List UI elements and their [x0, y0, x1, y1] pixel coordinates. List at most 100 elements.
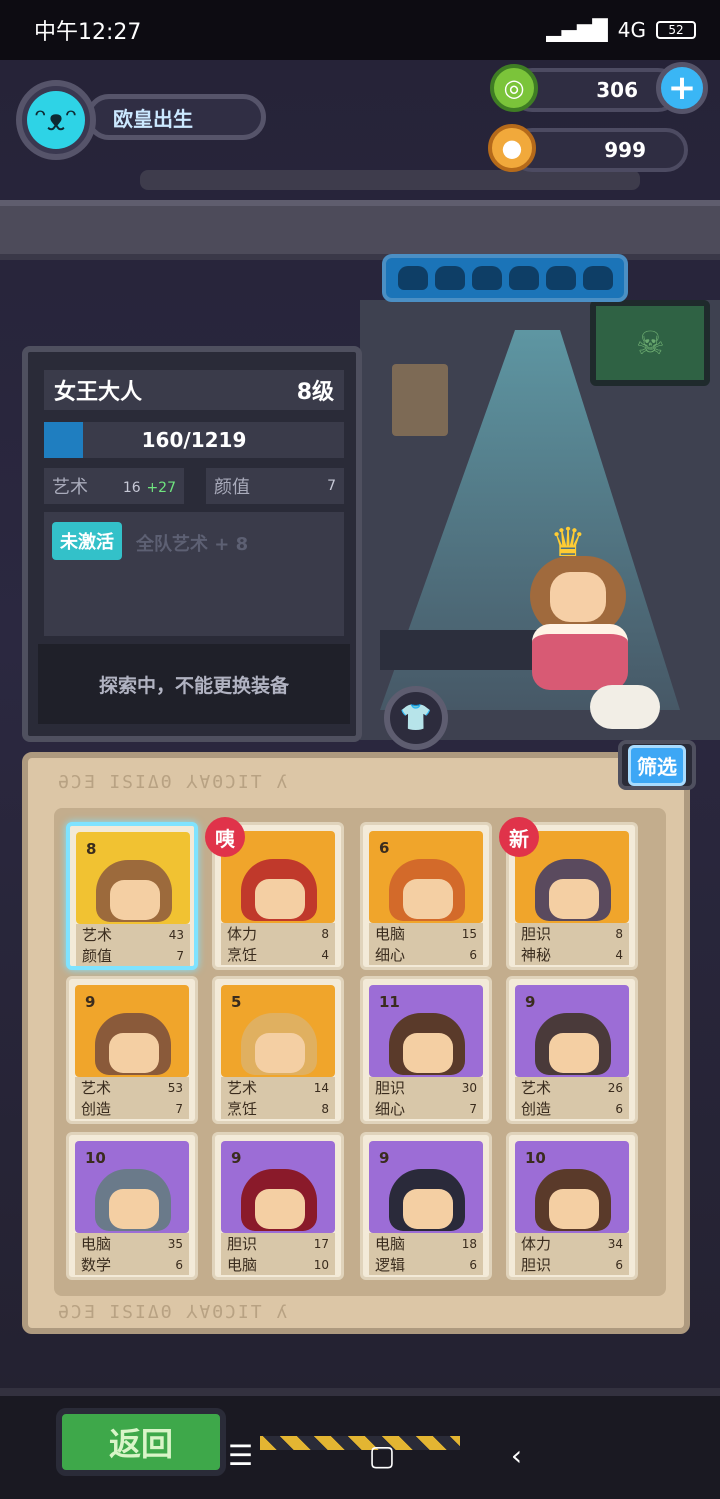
- card-stat-row: 颜值 7: [76, 945, 190, 966]
- card-stat-label: 体力: [227, 925, 258, 943]
- character-card[interactable]: 9 电脑 18 逻辑 6: [360, 1132, 492, 1280]
- card-stats: 艺术 14 烹饪 8: [221, 1077, 335, 1119]
- card-stat-value: 53: [167, 1080, 183, 1095]
- character-face: [255, 1189, 305, 1229]
- card-stat-label: 胆识: [521, 925, 552, 943]
- character-card[interactable]: 9 艺术 26 创造 6: [506, 976, 638, 1124]
- card-stat-label: 烹饪: [227, 1100, 258, 1118]
- menu-icon[interactable]: ☰: [228, 1439, 253, 1472]
- card-stat-label: 电脑: [81, 1235, 112, 1253]
- character-card[interactable]: 9 艺术 53 创造 7: [66, 976, 198, 1124]
- character-portrait: 9: [369, 1141, 483, 1233]
- card-stats: 体力 34 胆识 6: [515, 1233, 629, 1275]
- glyph-border-bottom: ƏƆƎ ISIΔΘ ⅄∀ΘƆIT ʎ: [58, 1302, 290, 1323]
- card-stat-row: 细心 7: [369, 1098, 483, 1119]
- card-stat-row: 胆识 8: [515, 923, 629, 944]
- ceiling-beam: [0, 200, 720, 260]
- lamp-segment: [471, 266, 502, 290]
- card-stat-row: 艺术 26: [515, 1077, 629, 1098]
- battery-level: 52: [668, 23, 684, 37]
- card-level: 6: [379, 839, 390, 857]
- character-card[interactable]: 胆识 8 神秘 4 新: [499, 817, 638, 970]
- skill-description: 全队艺术 + 8: [136, 534, 249, 555]
- character-portrait: 11: [369, 985, 483, 1077]
- card-stat-row: 逻辑 6: [369, 1254, 483, 1275]
- card-stat-label: 电脑: [227, 1256, 258, 1274]
- card-stat-label: 电脑: [375, 1235, 406, 1253]
- xp-bar-fill: [44, 422, 84, 458]
- lamp-segment: [397, 266, 428, 290]
- character-card[interactable]: 9 胆识 17 电脑 10: [212, 1132, 344, 1280]
- character-portrait: 9: [221, 1141, 335, 1233]
- skull-icon: ☠: [636, 324, 665, 362]
- character-level: 8级: [296, 380, 334, 405]
- card-stat-value: 15: [461, 926, 477, 941]
- card-stat-label: 胆识: [521, 1256, 552, 1274]
- skill-status-badge: 未激活: [52, 522, 122, 560]
- back-icon[interactable]: ‹: [511, 1439, 522, 1472]
- character-card[interactable]: 10 电脑 35 数学 6: [66, 1132, 198, 1280]
- character-card[interactable]: 10 体力 34 胆识 6: [506, 1132, 638, 1280]
- avatar-frame[interactable]: ᵔᴥᵔ: [16, 80, 96, 160]
- home-icon[interactable]: ▢: [369, 1439, 395, 1472]
- lamp-segment: [434, 266, 465, 290]
- card-stat-label: 创造: [521, 1100, 552, 1118]
- character-info-panel: 女王大人 8级 160/1219 艺术 16 +27 颜值 7 未激活 全队艺术…: [22, 346, 362, 742]
- character-card[interactable]: 体力 8 烹饪 4 咦: [205, 817, 344, 970]
- card-stat-row: 电脑 35: [75, 1233, 189, 1254]
- battery-icon: 52: [656, 21, 696, 39]
- card-stat-label: 艺术: [521, 1079, 552, 1097]
- card-stat-value: 6: [615, 1101, 623, 1116]
- wall-note: [392, 364, 448, 436]
- filter-label: 筛选: [628, 744, 686, 786]
- card-stats: 艺术 43 颜值 7: [76, 924, 190, 966]
- card-stat-value: 30: [461, 1080, 477, 1095]
- card-stats: 电脑 15 细心 6: [369, 923, 483, 965]
- planet-coin-icon: ●: [488, 124, 536, 172]
- add-currency-button[interactable]: +: [656, 62, 708, 114]
- character-portrait: 9: [515, 985, 629, 1077]
- outfit-shirt-icon[interactable]: 👕: [384, 686, 448, 750]
- lamp-segment: [582, 266, 613, 290]
- queen-robe: [532, 624, 628, 690]
- card-stat-value: 6: [469, 947, 477, 962]
- card-stat-value: 6: [615, 1257, 623, 1272]
- card-stat-row: 胆识 30: [369, 1077, 483, 1098]
- card-stat-row: 艺术 14: [221, 1077, 335, 1098]
- coin-counter: 999: [510, 128, 688, 172]
- system-nav-bar: ☰ ▢ ‹: [0, 1420, 720, 1490]
- crown-icon: ♛: [550, 520, 586, 566]
- wall-monitor: ☠: [590, 300, 710, 386]
- card-stat-row: 体力 8: [221, 923, 335, 944]
- card-stat-value: 35: [167, 1236, 183, 1251]
- character-portrait: 6: [369, 831, 483, 923]
- card-stats: 电脑 18 逻辑 6: [369, 1233, 483, 1275]
- card-stat-row: 烹饪 8: [221, 1098, 335, 1119]
- gem-amount: 306: [596, 78, 638, 102]
- status-indicators: ▂▄▆█ 4G 52: [546, 18, 696, 42]
- card-level: 5: [231, 993, 242, 1011]
- card-grid[interactable]: 8 艺术 43 颜值 7 体力 8 烹饪 4 咦 6 电脑 15 细心 6 胆识 8 神秘 4 新 9 艺术 53 创造 7 5 艺…: [54, 808, 666, 1296]
- character-card[interactable]: 6 电脑 15 细心 6: [360, 822, 492, 970]
- card-stat-row: 细心 6: [369, 944, 483, 965]
- stat-art-value: 16: [122, 479, 141, 496]
- filter-button[interactable]: 筛选: [618, 740, 696, 790]
- character-card[interactable]: 8 艺术 43 颜值 7: [66, 822, 198, 970]
- card-stat-label: 电脑: [375, 925, 406, 943]
- character-card[interactable]: 5 艺术 14 烹饪 8: [212, 976, 344, 1124]
- cat-avatar-icon: ᵔᴥᵔ: [27, 91, 85, 149]
- card-badge: 咦: [205, 817, 245, 857]
- card-stat-value: 6: [175, 1257, 183, 1272]
- character-card[interactable]: 11 胆识 30 细心 7: [360, 976, 492, 1124]
- xp-bar: 160/1219: [44, 422, 344, 458]
- card-stat-label: 胆识: [375, 1079, 406, 1097]
- queen-character: ♛: [520, 520, 640, 690]
- lamp-segment: [545, 266, 576, 290]
- card-stat-label: 艺术: [81, 1079, 112, 1097]
- card-level: 9: [525, 993, 536, 1011]
- card-stat-label: 烹饪: [227, 946, 258, 964]
- character-face: [255, 879, 305, 919]
- signal-icon: ▂▄▆█: [546, 18, 608, 42]
- card-stat-value: 8: [321, 1101, 329, 1116]
- network-type: 4G: [617, 18, 646, 42]
